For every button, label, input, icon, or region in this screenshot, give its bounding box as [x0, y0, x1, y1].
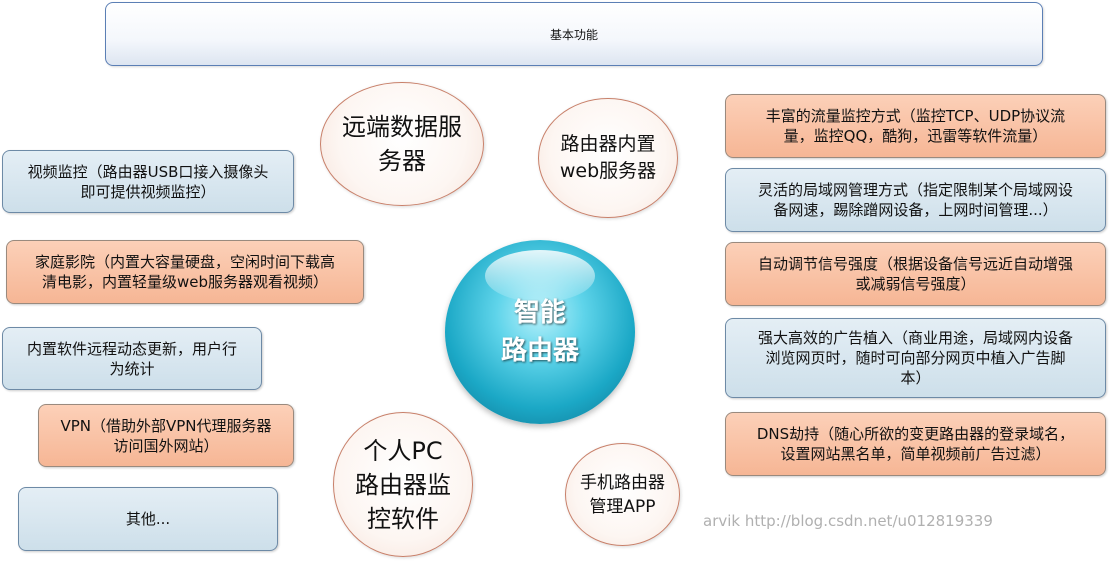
right-box-signal-line1: 自动调节信号强度（根据设备信号远近自动增强: [757, 255, 1073, 273]
right-box-dns: DNS劫持（随心所欲的变更路由器的登录域名， 设置网站黑名单，简单视频前广告过滤…: [725, 412, 1106, 476]
left-box-vpn-line2: 访问国外网站）: [113, 436, 219, 455]
right-box-lan-line2: 备网速，踢除蹭网设备，上网时间管理...）: [773, 201, 1058, 219]
circle-mobile-app-line2: 管理APP: [589, 496, 656, 517]
circle-pc-software-line3: 控软件: [367, 504, 439, 533]
circle-remote-server: 远端数据服 务器: [320, 82, 484, 206]
circle-pc-software-line1: 个人PC: [363, 436, 443, 465]
left-box-update-line2: 为统计: [109, 359, 155, 378]
right-box-ads-line3: 本）: [900, 369, 931, 387]
circle-pc-software-line2: 路由器监: [355, 470, 451, 499]
header-bar: 基本功能: [105, 2, 1043, 66]
left-box-theater-line2: 清电影，内置轻量级web服务器观看视频）: [41, 273, 328, 291]
center-node-line2: 路由器: [500, 336, 579, 366]
right-box-dns-line2: 设置网站黑名单，简单视频前广告过滤）: [780, 445, 1051, 463]
circle-mobile-app: 手机路由器 管理APP: [565, 443, 680, 546]
right-box-ads-line1: 强大高效的广告植入（商业用途，局域网内设备: [757, 329, 1073, 347]
circle-remote-server-line1: 远端数据服: [342, 113, 462, 141]
circle-pc-software: 个人PC 路由器监 控软件: [333, 412, 473, 557]
left-box-update: 内置软件远程动态更新，用户行 为统计: [2, 327, 262, 390]
right-box-traffic-line1: 丰富的流量监控方式（监控TCP、UDP协议流: [765, 107, 1066, 125]
circle-remote-server-line2: 务器: [378, 147, 426, 175]
right-box-lan: 灵活的局域网管理方式（指定限制某个局域网设 备网速，踢除蹭网设备，上网时间管理.…: [725, 168, 1106, 232]
right-box-dns-line1: DNS劫持（随心所欲的变更路由器的登录域名，: [756, 425, 1075, 443]
left-box-video: 视频监控（路由器USB口接入摄像头 即可提供视频监控）: [2, 150, 294, 213]
circle-web-server-line1: 路由器内置: [560, 133, 656, 155]
watermark-text: arvik http://blog.csdn.net/u012819339: [703, 512, 993, 530]
circle-mobile-app-line1: 手机路由器: [580, 472, 665, 493]
left-box-update-line1: 内置软件远程动态更新，用户行: [26, 339, 237, 358]
header-title: 基本功能: [549, 27, 598, 42]
circle-web-server-line2: web服务器: [559, 160, 657, 182]
right-box-signal-line2: 或减弱信号强度）: [855, 275, 976, 293]
right-box-signal: 自动调节信号强度（根据设备信号远近自动增强 或减弱信号强度）: [725, 242, 1106, 306]
center-node: 智能 路由器: [445, 240, 635, 424]
left-box-vpn-line1: VPN（借助外部VPN代理服务器: [60, 416, 272, 435]
right-box-ads: 强大高效的广告植入（商业用途，局域网内设备 浏览网页时，随时可向部分网页中植入广…: [725, 318, 1106, 398]
right-box-traffic-line2: 量，监控QQ，酷狗，迅雷等软件流量）: [783, 127, 1048, 145]
center-node-line1: 智能: [513, 298, 566, 328]
left-box-video-line1: 视频监控（路由器USB口接入摄像头: [27, 162, 269, 181]
right-box-ads-line2: 浏览网页时，随时可向部分网页中植入广告脚: [765, 349, 1066, 367]
right-box-lan-line1: 灵活的局域网管理方式（指定限制某个局域网设: [757, 181, 1073, 199]
right-box-traffic: 丰富的流量监控方式（监控TCP、UDP协议流 量，监控QQ，酷狗，迅雷等软件流量…: [725, 94, 1106, 158]
left-box-theater: 家庭影院（内置大容量硬盘，空闲时间下载高 清电影，内置轻量级web服务器观看视频…: [6, 240, 364, 304]
left-box-other: 其他...: [18, 487, 278, 551]
left-box-vpn: VPN（借助外部VPN代理服务器 访问国外网站）: [38, 404, 294, 467]
left-box-other-line1: 其他...: [125, 510, 171, 528]
left-box-video-line2: 即可提供视频监控）: [80, 182, 216, 201]
circle-web-server: 路由器内置 web服务器: [538, 98, 678, 218]
left-box-theater-line1: 家庭影院（内置大容量硬盘，空闲时间下载高: [34, 253, 335, 271]
